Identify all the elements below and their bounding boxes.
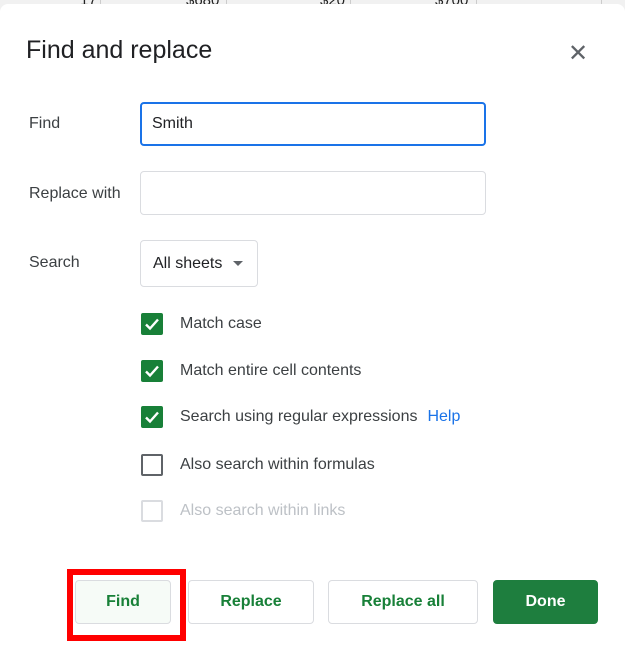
- search-scope-select[interactable]: All sheets: [140, 240, 258, 287]
- caret-down-icon: [233, 261, 243, 266]
- replace-all-button[interactable]: Replace all: [328, 580, 478, 624]
- option-match-entire-cell[interactable]: Match entire cell contents: [141, 360, 361, 382]
- checkbox-disabled-icon: [141, 500, 163, 522]
- checkbox-unchecked-icon[interactable]: [141, 454, 163, 476]
- checkbox-checked-icon[interactable]: [141, 313, 163, 335]
- done-button[interactable]: Done: [493, 580, 598, 624]
- option-match-case[interactable]: Match case: [141, 313, 262, 335]
- search-scope-value: All sheets: [153, 255, 223, 272]
- find-input[interactable]: [140, 102, 486, 146]
- find-button[interactable]: Find: [75, 580, 171, 624]
- find-label: Find: [29, 115, 61, 132]
- checkbox-checked-icon[interactable]: [141, 406, 163, 428]
- replace-input[interactable]: [140, 171, 486, 215]
- option-search-links: Also search within links: [141, 500, 345, 522]
- dialog-title: Find and replace: [26, 36, 213, 64]
- checkbox-checked-icon[interactable]: [141, 360, 163, 382]
- find-replace-dialog: Find and replace ✕ Find Replace with Sea…: [0, 4, 625, 657]
- close-icon[interactable]: ✕: [566, 42, 590, 66]
- option-label: Match case: [180, 315, 262, 332]
- option-label: Search using regular expressions: [180, 408, 418, 425]
- replace-button[interactable]: Replace: [188, 580, 314, 624]
- option-search-formulas[interactable]: Also search within formulas: [141, 454, 375, 476]
- option-regex[interactable]: Search using regular expressions Help: [141, 406, 460, 428]
- search-label: Search: [29, 254, 80, 271]
- replace-label: Replace with: [29, 185, 121, 202]
- option-label: Also search within formulas: [180, 456, 375, 473]
- option-label: Match entire cell contents: [180, 362, 362, 379]
- help-link[interactable]: Help: [427, 408, 460, 426]
- option-label: Also search within links: [180, 502, 346, 519]
